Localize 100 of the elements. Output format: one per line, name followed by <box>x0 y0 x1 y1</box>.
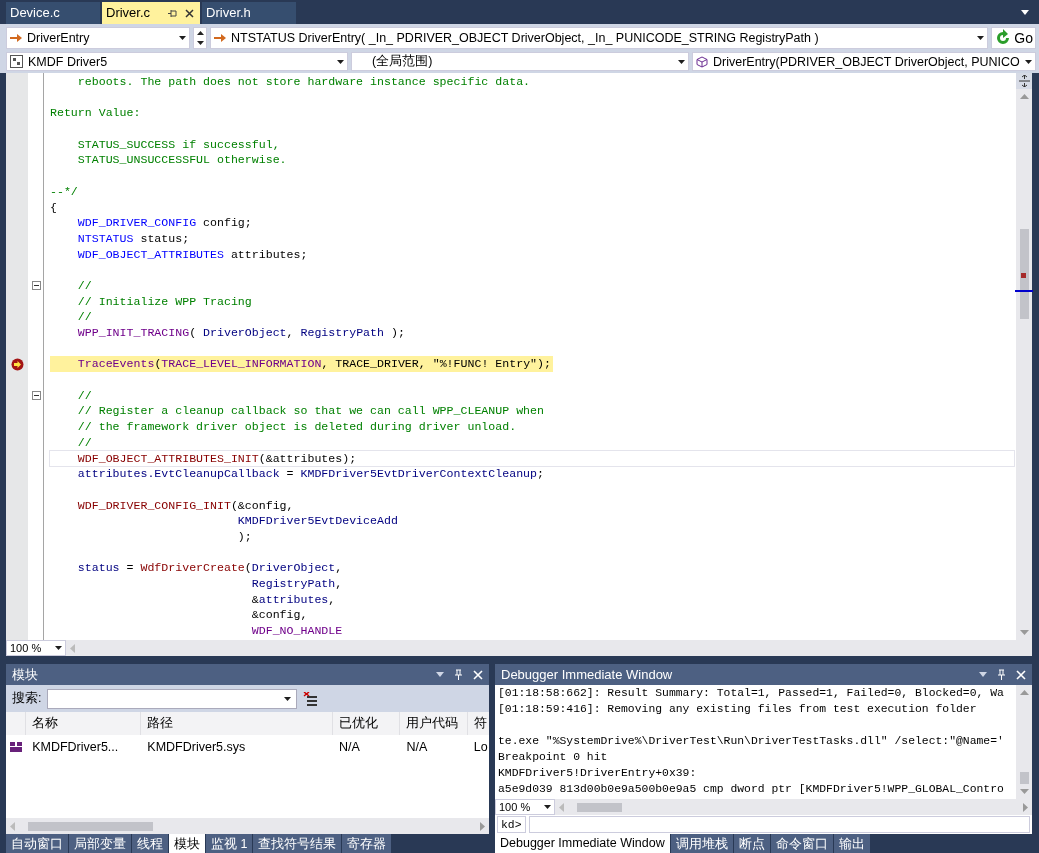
caret-icon <box>337 59 344 64</box>
panel-tab[interactable]: 断点 <box>733 834 770 853</box>
panel-tab[interactable]: 模块 <box>169 834 205 853</box>
function-dropdown[interactable]: DriverEntry <box>6 27 190 49</box>
code-line: WDF_OBJECT_ATTRIBUTES attributes; <box>76 246 309 263</box>
go-button[interactable]: Go <box>991 27 1036 49</box>
output-line: [01:18:58:662]: Result Summary: Total=1, Passed=1, Failed=0, Blocked=0, Wa <box>498 686 1005 701</box>
caret-position-marker <box>1015 290 1033 292</box>
code-line: NTSTATUS status; <box>76 230 191 247</box>
code-line: Return Value: <box>50 105 142 122</box>
module-icon <box>9 741 22 752</box>
scroll-down-icon[interactable] <box>1019 630 1029 635</box>
output-line: [01:18:59:416]: Removing any existing files from test execution folder <box>498 702 978 717</box>
document-tab[interactable]: Device.c <box>6 2 100 24</box>
panel-tab[interactable]: 局部变量 <box>69 834 131 853</box>
caret-icon <box>179 36 186 40</box>
scroll-up-icon[interactable] <box>1019 94 1029 99</box>
column-header[interactable]: 名称 <box>32 715 59 732</box>
code-line: WDF_NO_HANDLE <box>250 623 344 639</box>
project-dropdown[interactable]: KMDF Driver5 <box>6 52 348 71</box>
code-line: KMDFDriver5EvtDeviceAdd <box>236 513 399 529</box>
scroll-left-icon[interactable] <box>10 821 15 831</box>
code-line: // <box>76 434 93 451</box>
scroll-left-icon[interactable] <box>70 643 75 653</box>
scroll-up-icon[interactable] <box>1019 690 1029 695</box>
column-header[interactable]: 符 <box>473 715 487 732</box>
search-label: 搜索: <box>12 690 42 707</box>
current-statement-icon <box>10 357 24 371</box>
document-tab[interactable]: Driver.h <box>202 2 297 24</box>
panel-tab[interactable]: 线程 <box>132 834 168 853</box>
code-line: WDF_DRIVER_CONFIG config; <box>76 215 253 231</box>
code-line: WPP_INIT_TRACING( DriverObject, RegistryPath ); <box>76 325 406 341</box>
collapse-icon[interactable] <box>31 281 41 291</box>
code-line: reboots. The path does not store hardware instance specific data. <box>76 74 532 90</box>
horizontal-scrollbar[interactable] <box>6 818 489 834</box>
panel-title: 模块 <box>12 665 39 684</box>
arrow-icon <box>10 33 22 43</box>
vertical-scrollbar[interactable] <box>1016 685 1032 799</box>
document-tab[interactable]: Driver.c <box>102 2 201 24</box>
code-line: // <box>76 309 93 325</box>
caret-icon <box>977 36 985 40</box>
cube-icon <box>696 55 708 68</box>
spin-button[interactable] <box>193 27 207 49</box>
collapse-icon[interactable] <box>31 391 41 401</box>
column-header[interactable]: 路径 <box>147 715 174 732</box>
scope-dropdown[interactable]: (全局范围) <box>351 52 689 71</box>
scroll-thumb[interactable] <box>1019 772 1029 784</box>
code-line: &config, <box>250 607 309 624</box>
splitter-button[interactable] <box>1016 73 1032 89</box>
code-line: { <box>50 199 58 216</box>
scroll-thumb[interactable] <box>28 821 153 831</box>
dropdown-icon[interactable] <box>1021 9 1029 15</box>
scroll-down-icon[interactable] <box>1019 789 1029 794</box>
code-line: // Register a cleanup callback so that we can call WPP_CLEANUP when <box>76 403 545 420</box>
panel-tab[interactable]: 查找符号结果 <box>253 834 342 853</box>
command-prompt: kd> <box>497 816 526 833</box>
column-header[interactable]: 已优化 <box>339 715 379 732</box>
pin-icon[interactable] <box>168 9 178 18</box>
zoom-dropdown[interactable]: 100 % <box>495 799 555 815</box>
vertical-scrollbar[interactable] <box>1016 73 1032 640</box>
scroll-right-icon[interactable] <box>1023 802 1028 812</box>
project-icon <box>10 55 23 68</box>
code-line: status = WdfDriverCreate(DriverObject, <box>76 560 344 576</box>
caret-icon <box>1025 59 1032 64</box>
code-line: &attributes, <box>250 591 337 608</box>
member-dropdown[interactable]: DriverEntry(PDRIVER_OBJECT DriverObject, PUNICO <box>692 52 1036 71</box>
panel-tab[interactable]: 调用堆栈 <box>670 834 733 853</box>
zoom-dropdown[interactable]: 100 % <box>6 640 66 656</box>
scroll-right-icon[interactable] <box>480 821 485 831</box>
panel-title: Debugger Immediate Window <box>501 667 674 682</box>
table-cell: N/A <box>406 739 428 754</box>
panel-tab[interactable]: 输出 <box>833 834 870 853</box>
panel-tab[interactable]: 命令窗口 <box>770 834 833 853</box>
clear-list-icon[interactable] <box>303 691 318 706</box>
caret-icon <box>284 696 292 701</box>
code-line: attributes.EvtCleanupCallback = KMDFDriver5EvtDriverContextCleanup; <box>76 466 545 482</box>
panel-tab[interactable]: 寄存器 <box>342 834 392 853</box>
code-line: // Initialize WPP Tracing <box>76 293 253 310</box>
scroll-left-icon[interactable] <box>559 802 564 812</box>
code-line: // <box>76 387 93 404</box>
search-field[interactable] <box>47 688 298 709</box>
scroll-thumb[interactable] <box>1020 229 1029 319</box>
column-header[interactable]: 用户代码 <box>406 715 459 732</box>
up-arrow-icon <box>196 31 204 35</box>
close-icon[interactable] <box>185 9 195 18</box>
caret-icon <box>55 646 62 650</box>
panel-tab[interactable]: 自动窗口 <box>6 834 68 853</box>
scroll-thumb[interactable] <box>577 802 622 812</box>
panel-tab[interactable]: Debugger Immediate Window <box>495 834 670 853</box>
code-line: ); <box>236 528 253 545</box>
table-cell: Lo <box>473 739 488 754</box>
table-cell: KMDFDriver5... <box>32 739 119 754</box>
panel-tab[interactable]: 监视 1 <box>206 834 253 853</box>
table-cell: N/A <box>339 739 360 754</box>
command-input[interactable] <box>528 816 1030 833</box>
arrow-icon <box>214 33 226 43</box>
caret-icon <box>544 805 551 809</box>
code-line: WDF_DRIVER_CONFIG_INIT(&config, <box>76 497 295 514</box>
signature-dropdown[interactable]: NTSTATUS DriverEntry( _In_ PDRIVER_OBJECT DriverObject, _In_ PUNICODE_STRING RegistryPath ) <box>210 27 989 49</box>
code-line: WDF_OBJECT_ATTRIBUTES_INIT(&attributes); <box>50 450 1014 467</box>
